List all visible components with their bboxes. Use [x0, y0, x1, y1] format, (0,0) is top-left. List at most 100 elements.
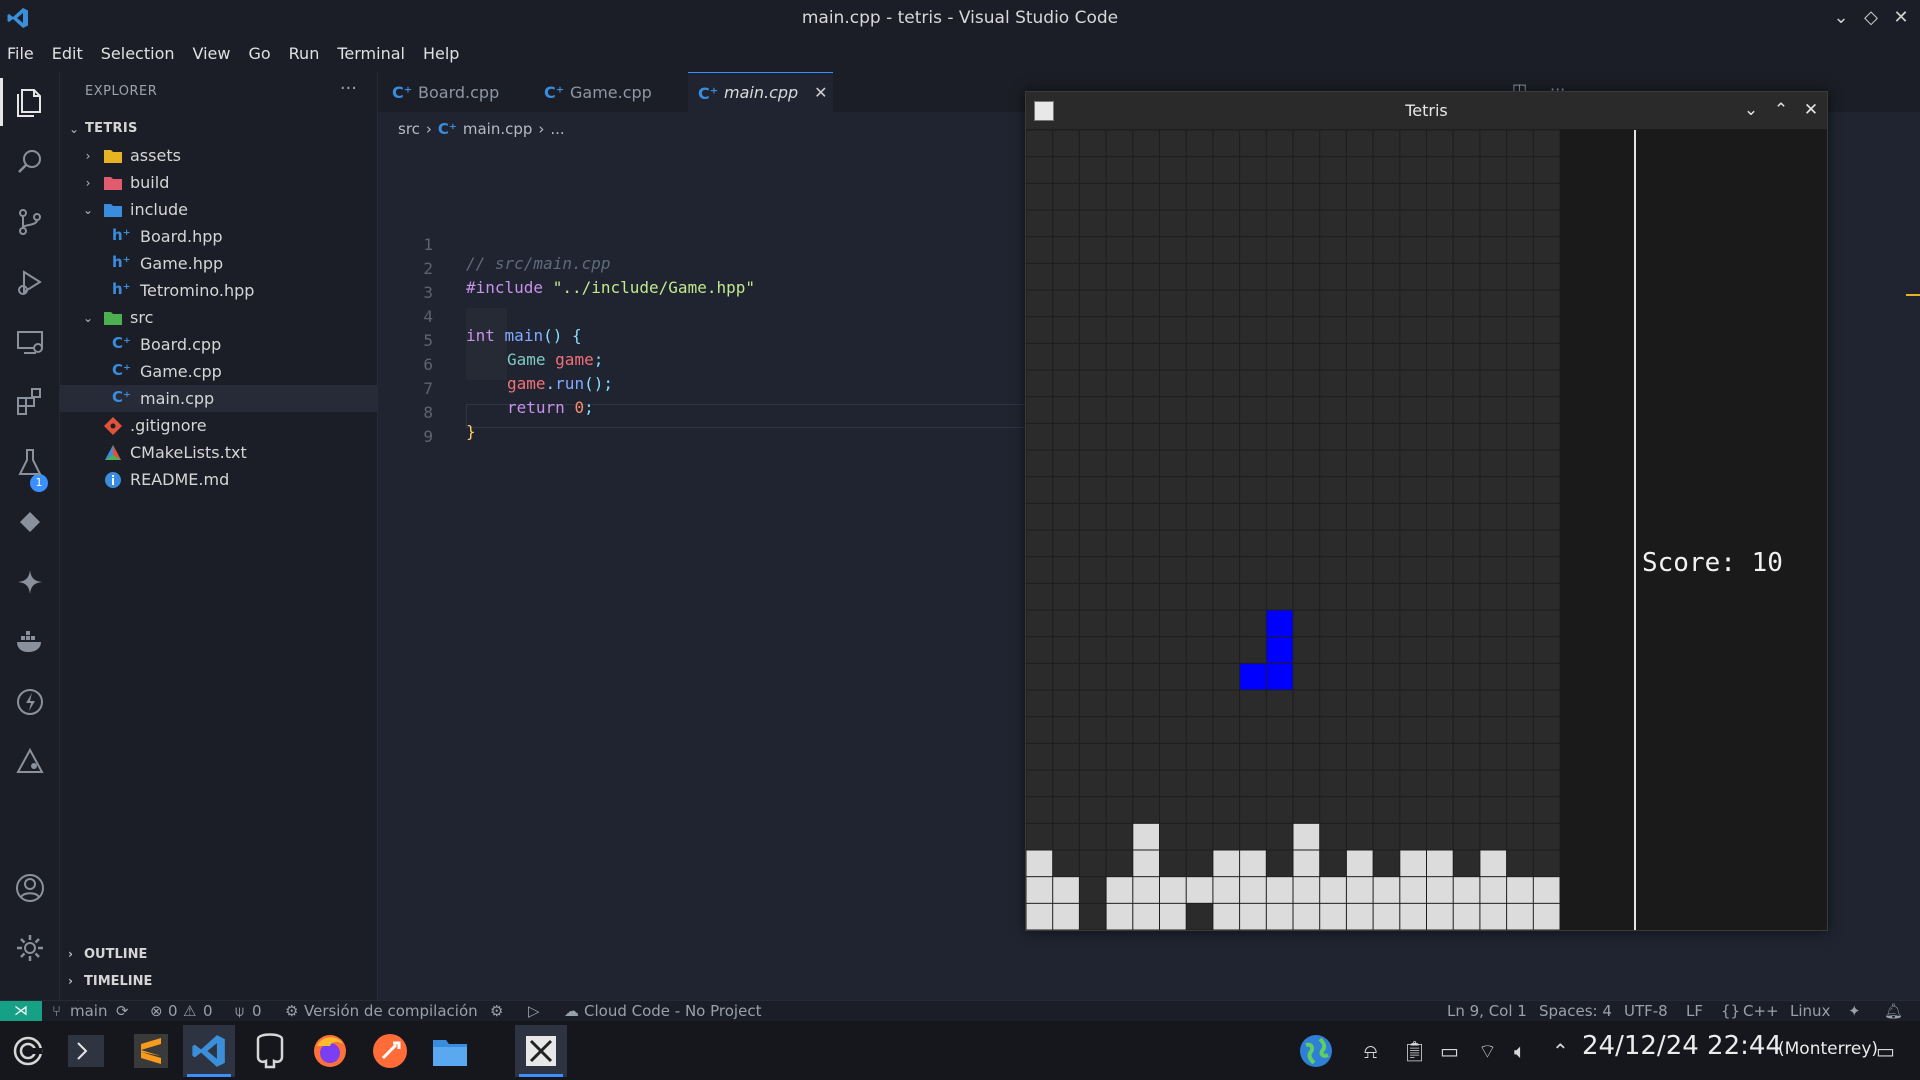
platform[interactable]: Linux	[1790, 1002, 1830, 1020]
menu-go[interactable]: Go	[248, 44, 270, 63]
clock[interactable]: 24/12/24 22:44	[1582, 1031, 1782, 1061]
firefox-icon[interactable]	[304, 1025, 356, 1077]
tree-item-game-cpp[interactable]: C⁺ Game.cpp	[60, 358, 378, 385]
extensions-icon[interactable]	[12, 384, 48, 420]
code-line-3[interactable]: 3	[378, 264, 433, 302]
board-cell	[1293, 210, 1320, 237]
debug-icon[interactable]: ⚙	[490, 1002, 503, 1020]
maximize-button[interactable]: ◇	[1859, 6, 1883, 30]
minimize-button[interactable]: ⌄	[1829, 6, 1853, 30]
warning-count[interactable]: 0	[203, 1002, 213, 1020]
tree-item-readme[interactable]: README.md	[60, 466, 378, 493]
project-root[interactable]: ⌄ TETRIS	[60, 115, 378, 142]
maximize-button[interactable]: ⌃	[1771, 100, 1791, 120]
tetris-board[interactable]	[1026, 130, 1560, 930]
app-launcher-icon[interactable]	[2, 1025, 54, 1077]
search-icon[interactable]	[12, 144, 48, 180]
bell-icon[interactable]: 🔔︎	[1884, 1002, 1903, 1020]
source-graph-icon[interactable]	[12, 504, 48, 540]
close-tab-icon[interactable]: ✕	[814, 83, 827, 102]
clipboard-icon[interactable]: 📋︎	[1402, 1039, 1427, 1063]
language-mode[interactable]: C++	[1743, 1002, 1779, 1020]
source-control-icon[interactable]	[12, 204, 48, 240]
testing-icon[interactable]	[12, 444, 48, 480]
line-ending[interactable]: LF	[1686, 1002, 1703, 1020]
menu-file[interactable]: File	[7, 44, 34, 63]
menu-run[interactable]: Run	[289, 44, 320, 63]
branch-name[interactable]: main	[70, 1002, 107, 1020]
tree-item-src[interactable]: ⌄ src	[60, 304, 378, 331]
breadcrumb-symbol[interactable]: ...	[550, 120, 564, 138]
tree-item-build[interactable]: › build	[60, 169, 378, 196]
terminal-app-icon[interactable]	[60, 1025, 112, 1077]
docker-icon[interactable]	[12, 624, 48, 660]
gemini-icon[interactable]	[12, 564, 48, 600]
explorer-icon[interactable]	[12, 84, 48, 120]
tree-item-tetromino-hpp[interactable]: h⁺ Tetromino.hpp	[60, 277, 378, 304]
tree-item-board-cpp[interactable]: C⁺ Board.cpp	[60, 331, 378, 358]
code-line-9[interactable]: 9	[378, 408, 433, 446]
code-line-1[interactable]: 1 // src/main.cpp	[378, 216, 610, 273]
cursor-position[interactable]: Ln 9, Col 1	[1447, 1002, 1527, 1020]
code-line-7[interactable]: 7 return 0;	[378, 360, 593, 417]
tab-main-cpp[interactable]: C⁺ main.cpp ✕	[688, 72, 833, 112]
cloud-code-icon[interactable]	[12, 744, 48, 780]
code-line-5[interactable]: 5 Game game;	[378, 312, 603, 369]
indentation[interactable]: Spaces: 4	[1539, 1002, 1612, 1020]
error-count[interactable]: 0	[168, 1002, 178, 1020]
encoding[interactable]: UTF-8	[1624, 1002, 1668, 1020]
account-icon[interactable]	[12, 870, 48, 906]
build-status[interactable]: Versión de compilación	[304, 1002, 478, 1020]
code-line-2[interactable]: 2 #include "../include/Game.hpp"	[378, 240, 755, 297]
outline-section[interactable]: › OUTLINE	[60, 942, 378, 968]
file-manager-icon[interactable]	[424, 1025, 476, 1077]
code-line-6[interactable]: 6 game.run();	[378, 336, 613, 393]
volume-icon[interactable]: 🔈︎	[1514, 1039, 1526, 1063]
tree-item-main-cpp[interactable]: C⁺ main.cpp	[60, 385, 378, 412]
wifi-icon[interactable]: ⌔	[1478, 1039, 1497, 1064]
vscode-app-icon[interactable]	[183, 1025, 235, 1077]
battery-icon[interactable]: ▭	[1440, 1039, 1459, 1063]
run-icon[interactable]: ▷	[528, 1002, 540, 1020]
lightning-icon[interactable]	[12, 684, 48, 720]
cloud-code-status[interactable]: Cloud Code - No Project	[584, 1002, 761, 1020]
remote-explorer-icon[interactable]	[12, 324, 48, 360]
menu-help[interactable]: Help	[423, 44, 459, 63]
menu-terminal[interactable]: Terminal	[337, 44, 405, 63]
notifications-icon[interactable]: ⍾	[1364, 1039, 1377, 1063]
tree-item-board-hpp[interactable]: h⁺ Board.hpp	[60, 223, 378, 250]
sync-icon[interactable]: ⟳	[116, 1002, 129, 1020]
pgadmin-icon[interactable]	[244, 1025, 296, 1077]
tree-item-cmakelists[interactable]: CMakeLists.txt	[60, 439, 378, 466]
menu-selection[interactable]: Selection	[101, 44, 175, 63]
board-cell	[1133, 477, 1159, 503]
sublime-text-icon[interactable]	[125, 1025, 177, 1077]
chevron-up-icon[interactable]: ⌃	[1552, 1039, 1569, 1063]
menu-edit[interactable]: Edit	[52, 44, 83, 63]
tree-item-include[interactable]: ⌄ include	[60, 196, 378, 223]
menu-view[interactable]: View	[193, 44, 231, 63]
breadcrumb-file[interactable]: main.cpp	[463, 120, 533, 138]
sparkle-icon[interactable]: ✦	[1848, 1002, 1861, 1020]
tree-item-assets[interactable]: › assets	[60, 142, 378, 169]
timeline-section[interactable]: › TIMELINE	[60, 969, 378, 995]
globe-icon[interactable]	[1298, 1033, 1334, 1074]
tab-game-cpp[interactable]: C⁺ Game.cpp	[544, 72, 674, 112]
tree-item-gitignore[interactable]: .gitignore	[60, 412, 378, 439]
postman-icon[interactable]	[364, 1025, 416, 1077]
close-window-button[interactable]: ✕	[1889, 6, 1913, 30]
code-line-8[interactable]: 8 }	[378, 384, 475, 441]
run-debug-icon[interactable]	[12, 264, 48, 300]
ports-count[interactable]: 0	[252, 1002, 262, 1020]
settings-gear-icon[interactable]	[12, 930, 48, 966]
breadcrumb-folder[interactable]: src	[398, 120, 420, 138]
minimize-button[interactable]: ⌄	[1741, 100, 1761, 120]
tree-item-game-hpp[interactable]: h⁺ Game.hpp	[60, 250, 378, 277]
close-window-button[interactable]: ✕	[1801, 100, 1821, 120]
tab-board-cpp[interactable]: C⁺ Board.cpp	[392, 72, 522, 112]
remote-indicator-icon[interactable]: ⋊	[0, 1001, 42, 1022]
show-desktop-icon[interactable]: ▭	[1876, 1039, 1895, 1063]
code-line-4[interactable]: 4 int main() {	[378, 288, 581, 345]
tetris-x11-taskbar-icon[interactable]	[515, 1025, 567, 1077]
more-actions-icon[interactable]: ···	[340, 78, 357, 99]
